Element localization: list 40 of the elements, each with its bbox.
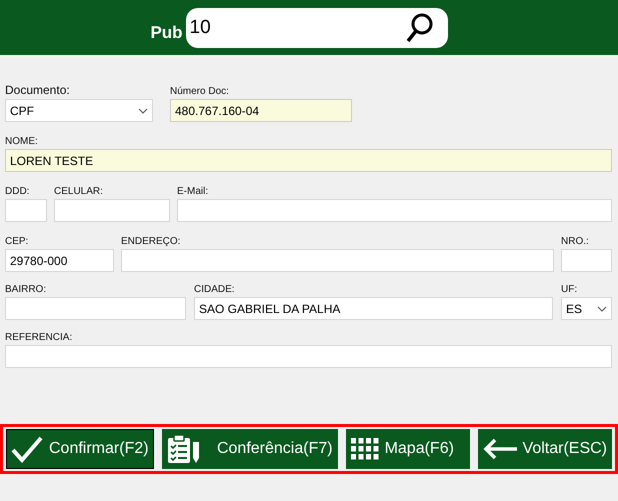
field-label: BAIRRO: (5, 284, 46, 295)
field-label: NRO.: (561, 236, 589, 247)
field-label: UF: (561, 284, 578, 295)
back-arrow-icon (482, 438, 517, 460)
search-field[interactable]: 10 (190, 16, 370, 38)
input-field[interactable]: 480.767.160-04 (170, 99, 352, 122)
input-field[interactable]: SAO GABRIEL DA PALHA (194, 297, 553, 320)
field-label: CEP: (5, 236, 28, 247)
input-field[interactable] (5, 345, 612, 368)
action-button[interactable]: Voltar(ESC) (478, 429, 612, 469)
action-button[interactable]: Mapa(F6) (346, 429, 470, 469)
field-label: ENDEREÇO: (121, 236, 180, 247)
grid-icon (350, 438, 379, 460)
field-label: Número Doc: (170, 86, 229, 97)
input-field[interactable] (561, 249, 612, 272)
input-field[interactable] (177, 199, 612, 222)
chevron-icon (138, 108, 148, 114)
input-field[interactable] (5, 297, 186, 320)
input-field[interactable] (121, 249, 554, 272)
input-field[interactable]: LOREN TESTE (5, 149, 612, 172)
input-field[interactable]: 29780-000 (5, 249, 114, 272)
action-button[interactable]: Conferência(F7) (162, 429, 338, 469)
dropdown[interactable]: CPF (5, 99, 153, 122)
dropdown[interactable]: ES (561, 297, 612, 320)
field-label: CIDADE: (194, 284, 235, 295)
input-field[interactable] (54, 199, 170, 222)
field-label: CELULAR: (54, 186, 103, 197)
search-icon[interactable] (406, 12, 434, 42)
check-icon (11, 435, 43, 463)
field-label: NOME: (5, 136, 38, 147)
search-box[interactable]: 10 (186, 8, 448, 48)
input-field[interactable] (5, 199, 47, 222)
clipboard-icon (166, 434, 201, 464)
chevron-icon (597, 306, 607, 312)
field-label: E-Mail: (177, 186, 208, 197)
action-button[interactable]: Confirmar(F2) (6, 429, 154, 469)
field-label: Documento: (5, 83, 70, 97)
pub-label: Pub (150, 22, 183, 42)
field-label: REFERENCIA: (5, 332, 72, 343)
field-label: DDD: (5, 186, 30, 197)
